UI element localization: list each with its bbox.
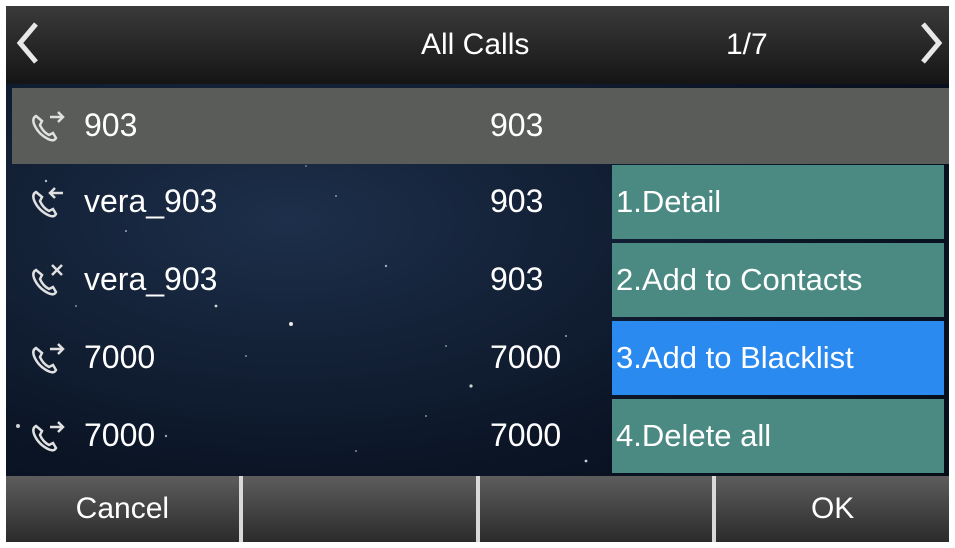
call-number: 903: [490, 183, 544, 219]
menu-item-detail[interactable]: 1.Detail: [612, 165, 944, 239]
menu-item-add-to-blacklist[interactable]: 3.Add to Blacklist: [612, 321, 944, 395]
page-title: All Calls: [421, 28, 530, 61]
call-name: 903: [84, 107, 138, 143]
outgoing-call-icon: [32, 421, 65, 452]
phone-screen: All Calls 1/7 903 903 vera_903 903 1.Det…: [6, 6, 949, 542]
call-number: 903: [490, 107, 544, 143]
page-indicator: 1/7: [726, 28, 768, 61]
menu-item-delete-all[interactable]: 4.Delete all: [612, 399, 944, 473]
chevron-left-icon[interactable]: [12, 20, 44, 66]
outgoing-call-icon: [32, 343, 65, 374]
call-name: 7000: [84, 339, 156, 375]
chevron-right-icon[interactable]: [915, 20, 947, 66]
menu-item-add-to-contacts[interactable]: 2.Add to Contacts: [612, 243, 944, 317]
incoming-call-icon: [32, 187, 63, 218]
call-number: 7000: [490, 339, 562, 375]
softkey-3[interactable]: [479, 476, 717, 542]
call-list-item[interactable]: 903 903: [12, 88, 949, 164]
call-number: 7000: [490, 417, 562, 453]
missed-call-icon: [32, 264, 63, 296]
call-name: vera_903: [84, 261, 218, 297]
call-number: 903: [490, 261, 544, 297]
title-bar: All Calls 1/7: [6, 6, 949, 84]
call-name: vera_903: [84, 183, 218, 219]
cancel-button[interactable]: Cancel: [6, 476, 243, 542]
outgoing-call-icon: [32, 111, 65, 142]
call-name: 7000: [84, 417, 156, 453]
ok-button[interactable]: OK: [716, 476, 949, 542]
softkey-bar: Cancel OK: [6, 476, 949, 542]
softkey-2[interactable]: [242, 476, 480, 542]
